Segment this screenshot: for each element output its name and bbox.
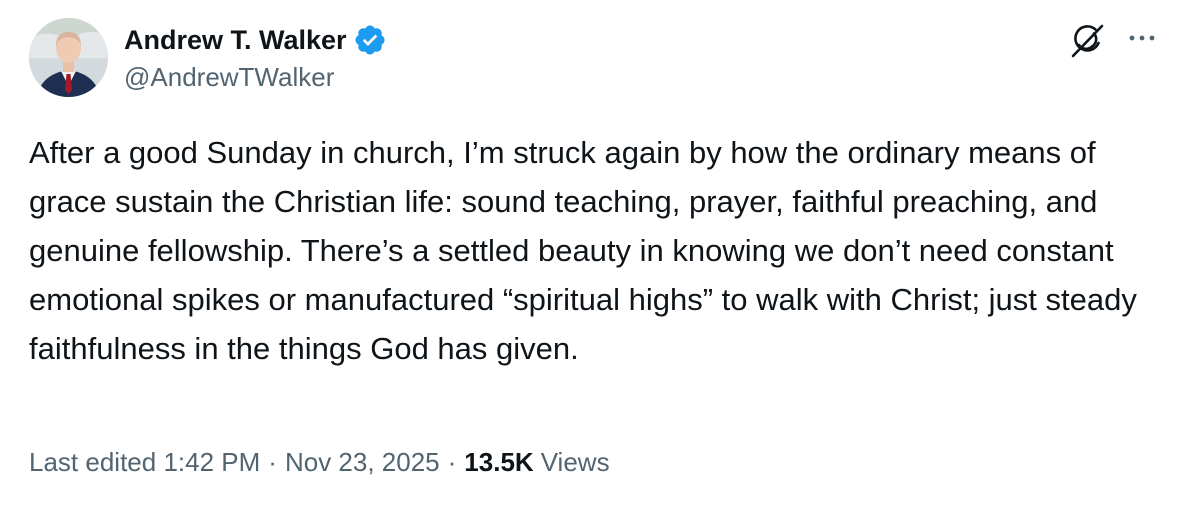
meta-separator: · [268,447,277,477]
tweet-date[interactable]: Nov 23, 2025 [285,447,440,478]
author-name-row: Andrew T. Walker [124,20,387,60]
author-handle[interactable]: @AndrewTWalker [124,62,334,93]
grok-icon[interactable] [1064,18,1110,64]
avatar-image [29,18,108,97]
views-label[interactable]: Views [541,447,610,478]
meta-separator: · [447,447,457,477]
verified-badge-icon[interactable] [353,23,387,57]
avatar[interactable] [29,18,108,97]
tweet-time[interactable]: 1:42 PM [163,447,260,478]
tweet-text: After a good Sunday in church, I’m struc… [29,135,1137,366]
edited-label[interactable]: Last edited [29,447,156,478]
tweet-card: Andrew T. Walker @AndrewTWalker After a … [0,0,1190,522]
views-count[interactable]: 13.5K [464,447,533,478]
tweet-metadata: Last edited 1:42 PM · Nov 23, 2025 · 13.5K Vi… [29,447,610,478]
author-display-name[interactable]: Andrew T. Walker [124,25,347,56]
more-options-icon[interactable] [1122,18,1162,58]
